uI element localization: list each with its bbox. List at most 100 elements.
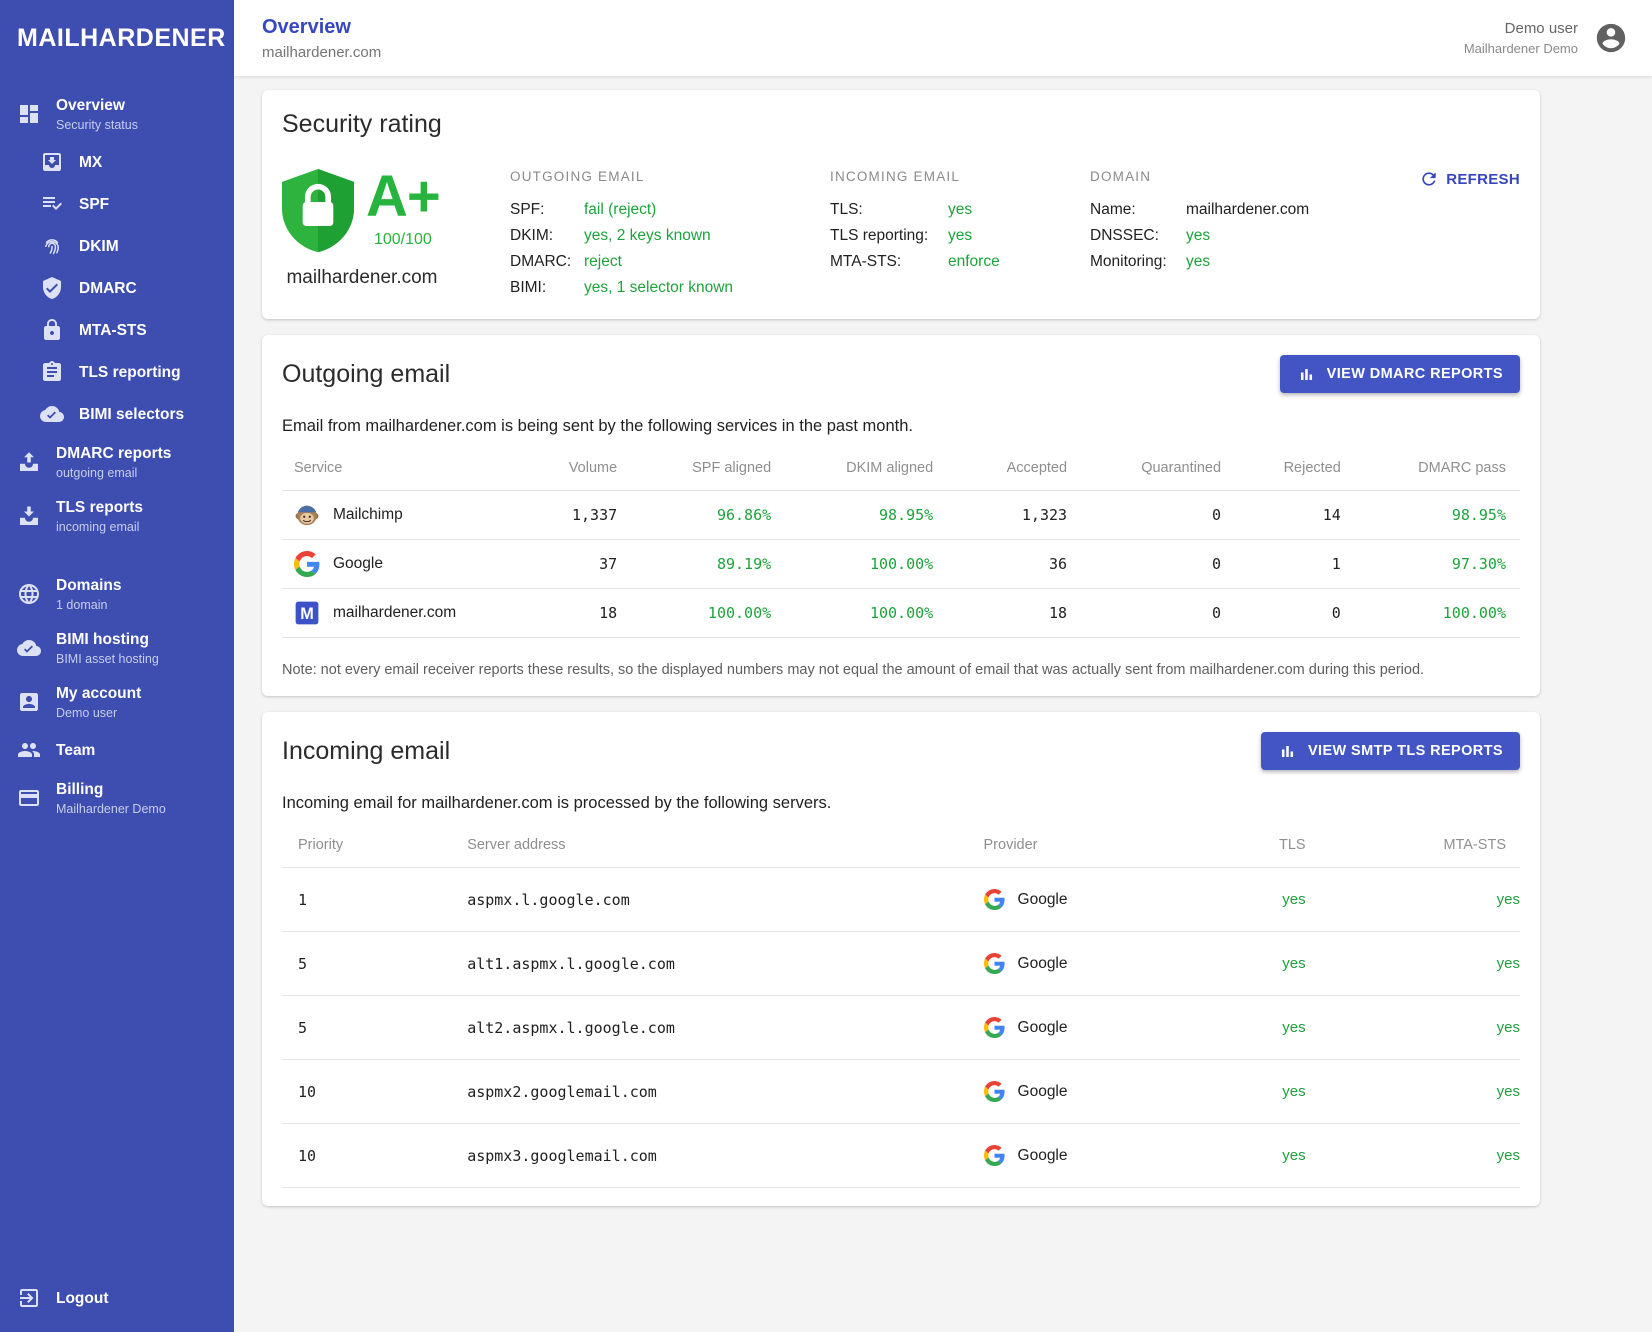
tls-value: yes [1185,932,1306,996]
sidebar-item-tls-reporting[interactable]: TLS reporting [0,351,234,393]
refresh-button[interactable]: REFRESH [1419,169,1520,189]
security-row-value: yes [948,223,972,249]
col-rejected: Rejected [1221,450,1341,491]
col-tls: TLS [1185,827,1306,868]
sidebar-item-sublabel: Demo user [56,706,141,720]
sidebar-item-sublabel: Security status [56,118,138,132]
outgoing-table-header: Service Volume SPF aligned DKIM aligned … [282,450,1520,491]
sidebar-item-label: Domains [56,576,121,595]
sidebar-item-sublabel: Mailhardener Demo [56,802,166,816]
sidebar-item-mta-sts[interactable]: MTA-STS [0,309,234,351]
incoming-table: Priority Server address Provider TLS MTA… [282,827,1520,1188]
lock-icon [40,318,64,342]
bar-chart-icon [1278,742,1297,761]
sidebar-item-my-account[interactable]: My account Demo user [0,675,234,729]
security-row: MTA-STS: enforce [830,249,1090,275]
logout-button[interactable]: Logout [0,1272,234,1332]
security-row-label: DKIM: [510,223,584,249]
security-row: Monitoring: yes [1090,249,1340,275]
security-row-value: yes, 1 selector known [584,275,733,301]
google-icon [984,953,1005,974]
security-row-label: DNSSEC: [1090,223,1186,249]
incoming-table-row: 5 alt2.aspmx.l.google.com Google yes yes [282,996,1520,1060]
col-accepted: Accepted [933,450,1067,491]
security-row-label: SPF: [510,197,584,223]
security-row-value: reject [584,249,622,275]
sidebar-item-spf[interactable]: SPF [0,183,234,225]
sidebar-item-billing[interactable]: Billing Mailhardener Demo [0,771,234,825]
view-dmarc-reports-button[interactable]: VIEW DMARC REPORTS [1280,355,1520,393]
sidebar-item-label: DMARC [79,279,137,298]
security-card-title: Security rating [282,110,1520,139]
priority-value: 1 [282,868,467,932]
sidebar-item-sublabel: outgoing email [56,466,171,480]
incoming-table-row: 1 aspmx.l.google.com Google yes yes [282,868,1520,932]
sidebar-item-tls-reports[interactable]: TLS reports incoming email [0,489,234,543]
sidebar-item-bimi-selectors[interactable]: BIMI selectors [0,393,234,435]
tls-value: yes [1185,1060,1306,1124]
sidebar-item-dmarc-reports[interactable]: DMARC reports outgoing email [0,435,234,489]
mta-sts-value: yes [1306,868,1520,932]
sidebar-item-label: Team [56,741,95,760]
dashboard-icon [17,102,41,126]
server-address-value: aspmx3.googlemail.com [467,1124,983,1188]
server-address-value: alt1.aspmx.l.google.com [467,932,983,996]
mta-sts-value: yes [1306,1060,1520,1124]
sidebar-nav: Overview Security status MX SPF DKIM DMA… [0,69,234,1272]
dmarc-pass-value: 98.95% [1341,491,1520,540]
dkim-aligned-value: 100.00% [771,540,933,589]
incoming-subtitle: Incoming email for mailhardener.com is p… [282,794,1520,813]
sidebar-item-label: BIMI hosting [56,630,159,649]
col-priority: Priority [282,827,467,868]
logout-icon [17,1286,41,1310]
mta-sts-value: yes [1306,932,1520,996]
outgoing-table-row: Mailchimp 1,337 96.86% 98.95% 1,323 0 14… [282,491,1520,540]
incoming-table-row: 10 aspmx2.googlemail.com Google yes yes [282,1060,1520,1124]
quarantined-value: 0 [1067,491,1221,540]
security-row: SPF: fail (reject) [510,197,830,223]
security-column: DOMAIN Name: mailhardener.com DNSSEC: ye… [1090,169,1340,301]
security-domain: mailhardener.com [282,267,442,289]
security-row-value: enforce [948,249,1000,275]
accepted-value: 18 [933,589,1067,638]
avatar-icon[interactable] [1594,21,1628,55]
col-spf-aligned: SPF aligned [617,450,771,491]
tls-value: yes [1185,996,1306,1060]
sidebar-item-bimi-hosting[interactable]: BIMI hosting BIMI asset hosting [0,621,234,675]
service-name: mailhardener.com [333,604,456,622]
col-dmarc-pass: DMARC pass [1341,450,1520,491]
priority-value: 10 [282,1060,467,1124]
security-row-value: yes [1186,223,1210,249]
security-row-label: MTA-STS: [830,249,948,275]
user-menu[interactable]: Demo user Mailhardener Demo [1464,20,1628,56]
sidebar-item-dkim[interactable]: DKIM [0,225,234,267]
sidebar-item-dmarc[interactable]: DMARC [0,267,234,309]
credit-card-icon [17,786,41,810]
logout-label: Logout [56,1289,109,1308]
sidebar-item-domains[interactable]: Domains 1 domain [0,567,234,621]
view-smtp-tls-reports-button[interactable]: VIEW SMTP TLS REPORTS [1261,732,1520,770]
sidebar-item-team[interactable]: Team [0,729,234,771]
sidebar-item-sublabel: 1 domain [56,598,121,612]
google-icon [294,551,320,577]
sidebar-item-label: BIMI selectors [79,405,184,424]
dmarc-pass-value: 97.30% [1341,540,1520,589]
sidebar-item-overview[interactable]: Overview Security status [0,87,234,141]
security-row-value: yes [1186,249,1210,275]
security-row-value: fail (reject) [584,197,656,223]
cloud-check-icon [17,636,41,660]
spf-aligned-value: 89.19% [617,540,771,589]
security-row: BIMI: yes, 1 selector known [510,275,830,301]
service-name: Mailchimp [333,506,403,524]
provider-name: Google [1018,1083,1068,1101]
sidebar-item-label: MTA-STS [79,321,147,340]
security-column-heading: OUTGOING EMAIL [510,169,830,184]
outgoing-table-row: Google 37 89.19% 100.00% 36 0 1 97.30% [282,540,1520,589]
main-column: Overview mailhardener.com Demo user Mail… [234,0,1652,1332]
mta-sts-value: yes [1306,1124,1520,1188]
refresh-label: REFRESH [1446,171,1520,188]
security-row-label: Monitoring: [1090,249,1186,275]
col-mta-sts: MTA-STS [1306,827,1520,868]
sidebar-item-mx[interactable]: MX [0,141,234,183]
incoming-card-title: Incoming email [282,737,450,766]
